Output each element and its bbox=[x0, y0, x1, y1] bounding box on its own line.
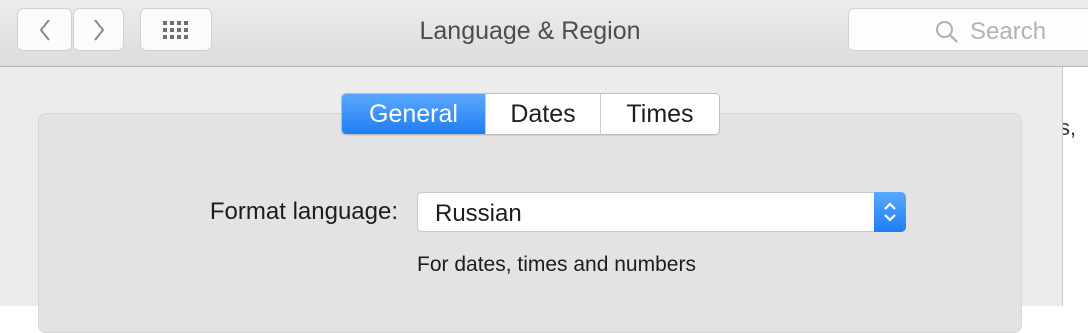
select-arrows[interactable] bbox=[874, 192, 906, 232]
format-language-value: Russian bbox=[435, 200, 522, 227]
background-window-edge: s, bbox=[1062, 67, 1088, 306]
chevron-right-icon bbox=[93, 18, 104, 41]
tab-times[interactable]: Times bbox=[600, 94, 719, 134]
tab-dates[interactable]: Dates bbox=[485, 94, 600, 134]
search-placeholder: Search bbox=[970, 18, 1047, 45]
grid-icon bbox=[163, 20, 188, 39]
forward-button[interactable] bbox=[73, 8, 124, 51]
chevron-up-down-icon bbox=[884, 202, 896, 222]
window-title: Language & Region bbox=[419, 17, 641, 45]
back-button[interactable] bbox=[17, 8, 72, 51]
background-text: s, bbox=[1063, 115, 1077, 140]
tab-bar: General Dates Times bbox=[341, 93, 720, 135]
show-all-button[interactable] bbox=[140, 8, 212, 51]
toolbar: Language & Region Search bbox=[0, 0, 1088, 67]
tab-general[interactable]: General bbox=[342, 94, 485, 134]
format-language-help: For dates, times and numbers bbox=[417, 253, 696, 276]
format-language-label: Format language: bbox=[209, 198, 398, 225]
search-input[interactable]: Search bbox=[848, 8, 1088, 51]
chevron-left-icon bbox=[39, 18, 50, 41]
format-language-select[interactable]: Russian bbox=[417, 192, 906, 232]
magnifier-icon bbox=[936, 21, 958, 43]
